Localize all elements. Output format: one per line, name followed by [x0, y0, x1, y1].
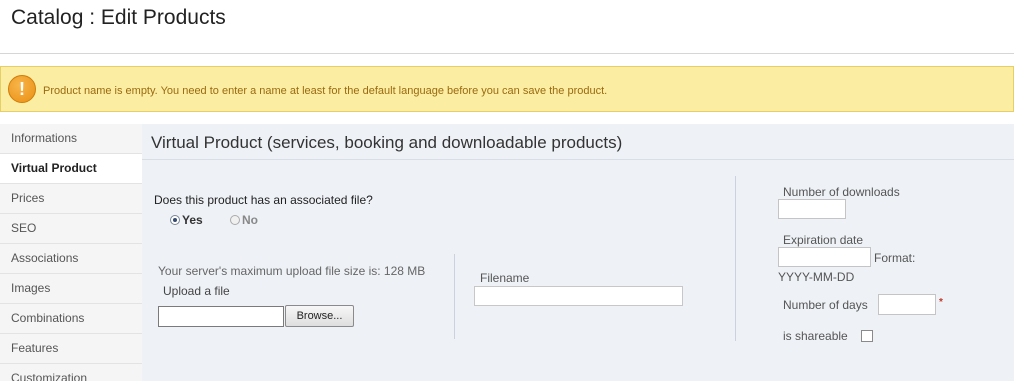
page-title: Catalog : Edit Products	[11, 6, 226, 29]
virtual-product-panel: Virtual Product (services, booking and d…	[142, 124, 1014, 381]
radio-yes[interactable]: Yes	[170, 213, 203, 227]
sidebar-item-associations[interactable]: Associations	[0, 244, 142, 274]
sidebar-item-prices[interactable]: Prices	[0, 184, 142, 214]
upload-size-info: Your server's maximum upload file size i…	[158, 264, 426, 278]
format-label: Format:	[874, 251, 916, 265]
sidebar-item-features[interactable]: Features	[0, 334, 142, 364]
sidebar-item-seo[interactable]: SEO	[0, 214, 142, 244]
format-value: YYYY-MM-DD	[778, 270, 855, 284]
days-input[interactable]	[878, 294, 936, 315]
sidebar-item-images[interactable]: Images	[0, 274, 142, 304]
upload-file-label: Upload a file	[163, 284, 230, 298]
required-marker: *	[939, 297, 943, 308]
column-divider	[454, 254, 455, 339]
radio-yes-dot[interactable]	[170, 215, 180, 225]
browse-button[interactable]: Browse...	[285, 305, 354, 327]
radio-no-label: No	[242, 213, 258, 227]
column-divider-right	[735, 176, 736, 341]
sidebar-item-virtual-product[interactable]: Virtual Product	[0, 154, 142, 184]
sidebar-item-combinations[interactable]: Combinations	[0, 304, 142, 334]
radio-yes-label: Yes	[182, 213, 203, 227]
days-label: Number of days	[783, 298, 868, 312]
product-tabs-sidebar: Informations Virtual Product Prices SEO …	[0, 124, 142, 381]
title-divider	[142, 159, 1014, 160]
alert-message: Product name is empty. You need to enter…	[43, 85, 608, 97]
radio-no[interactable]: No	[230, 213, 258, 227]
sidebar-item-informations[interactable]: Informations	[0, 124, 142, 154]
downloads-input[interactable]	[778, 199, 846, 219]
filename-input[interactable]	[474, 286, 683, 306]
downloads-label: Number of downloads	[783, 185, 900, 199]
warning-icon: !	[8, 75, 36, 103]
shareable-label: is shareable	[783, 329, 848, 343]
associated-file-question: Does this product has an associated file…	[154, 193, 373, 207]
sidebar-item-customization[interactable]: Customization	[0, 364, 142, 381]
radio-no-dot[interactable]	[230, 215, 240, 225]
file-path-input[interactable]	[158, 306, 284, 327]
expiration-label: Expiration date	[783, 233, 864, 247]
warning-alert: ! Product name is empty. You need to ent…	[0, 66, 1014, 112]
expiration-input[interactable]	[778, 247, 871, 267]
page-header: Catalog : Edit Products	[0, 0, 1014, 54]
shareable-checkbox[interactable]	[861, 330, 873, 342]
panel-title: Virtual Product (services, booking and d…	[151, 133, 623, 152]
filename-label: Filename	[480, 271, 530, 285]
